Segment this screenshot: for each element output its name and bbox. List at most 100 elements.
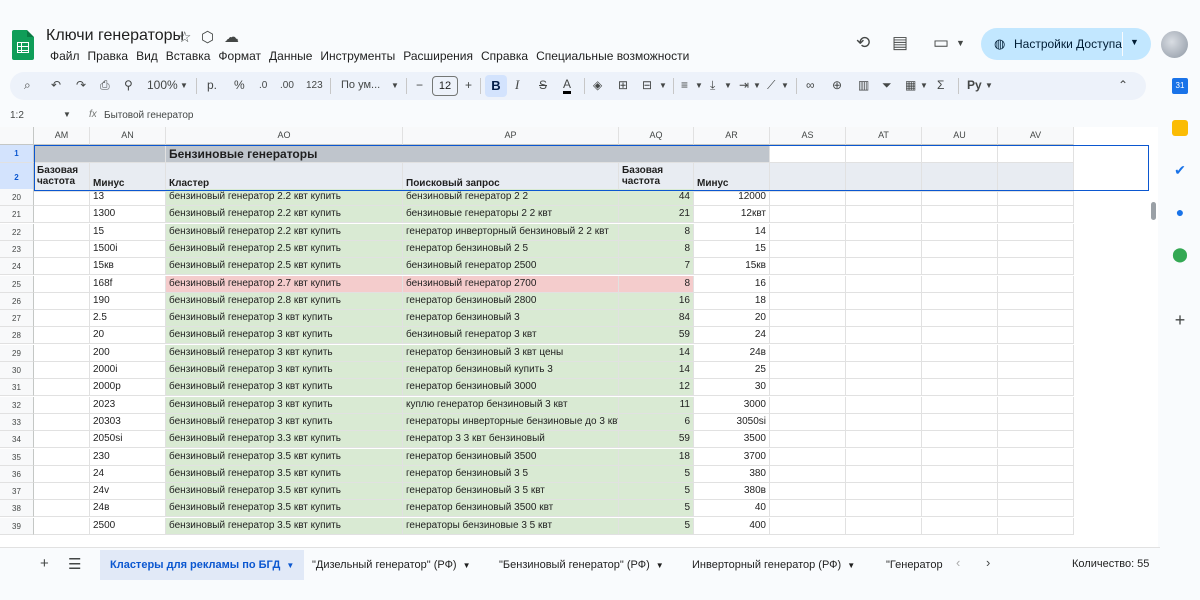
row-header[interactable]: 25 xyxy=(0,276,34,293)
maps-icon[interactable]: ⬤ xyxy=(1172,246,1188,262)
frequency-cell[interactable]: 8 xyxy=(619,276,694,293)
table-cell[interactable] xyxy=(846,466,922,483)
merge-caret-icon[interactable]: ▼ xyxy=(659,81,667,90)
row-header[interactable]: 38 xyxy=(0,500,34,517)
select-all-corner[interactable] xyxy=(0,127,34,145)
chevron-down-icon[interactable]: ▼ xyxy=(286,561,294,570)
minus-cell[interactable]: 24v xyxy=(90,483,166,500)
table-cell[interactable] xyxy=(34,224,90,241)
cluster-cell[interactable]: бензиновый генератор 3 квт купить xyxy=(166,397,403,414)
table-cell[interactable] xyxy=(846,258,922,275)
menu-item[interactable]: Вставка xyxy=(162,49,215,63)
vertical-scrollbar[interactable] xyxy=(1150,127,1158,547)
table-cell[interactable] xyxy=(770,327,846,344)
column-header[interactable]: AR xyxy=(694,127,770,145)
filter-views-caret-icon[interactable]: ▼ xyxy=(920,81,928,90)
minus-cell[interactable]: 1300 xyxy=(90,206,166,223)
minus-2-cell[interactable]: 15кв xyxy=(694,258,770,275)
table-cell[interactable] xyxy=(922,414,998,431)
table-cell[interactable] xyxy=(998,414,1074,431)
row-header[interactable]: 31 xyxy=(0,379,34,396)
minus-2-cell[interactable]: 3000 xyxy=(694,397,770,414)
zoom-caret-icon[interactable]: ▼ xyxy=(180,81,188,90)
minus-cell[interactable]: 2000i xyxy=(90,362,166,379)
menu-item[interactable]: Специальные возможности xyxy=(532,49,693,63)
chevron-down-icon[interactable]: ▼ xyxy=(656,561,664,570)
column-header[interactable]: AM xyxy=(34,127,90,145)
frequency-cell[interactable]: 44 xyxy=(619,189,694,206)
query-cell[interactable]: генератор бензиновый 3500 квт xyxy=(403,500,619,517)
table-cell[interactable] xyxy=(770,431,846,448)
cluster-cell[interactable]: бензиновый генератор 2.5 квт купить xyxy=(166,241,403,258)
row-header[interactable]: 22 xyxy=(0,224,34,241)
selection-count[interactable]: Количество: 55 xyxy=(1072,558,1149,570)
table-cell[interactable] xyxy=(34,327,90,344)
cloud-status-icon[interactable]: ☁ xyxy=(224,28,239,46)
document-title[interactable]: Ключи генераторы xyxy=(46,27,184,45)
minus-2-cell[interactable]: 40 xyxy=(694,500,770,517)
table-cell[interactable] xyxy=(998,518,1074,535)
borders-icon[interactable]: ⊞ xyxy=(618,78,628,92)
align-caret-icon[interactable]: ▼ xyxy=(695,81,703,90)
minus-cell[interactable]: 20 xyxy=(90,327,166,344)
table-cell[interactable] xyxy=(34,518,90,535)
italic-button[interactable]: I xyxy=(515,77,519,93)
calendar-icon[interactable]: 31 xyxy=(1172,78,1188,94)
table-cell[interactable] xyxy=(922,518,998,535)
table-cell[interactable] xyxy=(846,145,922,163)
chevron-down-icon[interactable]: ▼ xyxy=(463,561,471,570)
menu-item[interactable]: Файл xyxy=(46,49,84,63)
table-cell[interactable] xyxy=(922,379,998,396)
query-cell[interactable]: генератор бензиновый 3 5 xyxy=(403,466,619,483)
frequency-cell[interactable]: 14 xyxy=(619,362,694,379)
sheet-tab[interactable]: "Дизельный генератор" (РФ) ▼ xyxy=(302,550,481,580)
table-cell[interactable] xyxy=(34,189,90,206)
table-cell[interactable] xyxy=(34,431,90,448)
table-cell[interactable] xyxy=(770,224,846,241)
frequency-cell[interactable]: 6 xyxy=(619,414,694,431)
paint-format-icon[interactable]: ⚲ xyxy=(124,78,133,92)
valign-caret-icon[interactable]: ▼ xyxy=(724,81,732,90)
row-header[interactable]: 24 xyxy=(0,258,34,275)
menu-item[interactable]: Формат xyxy=(214,49,265,63)
query-cell[interactable]: генератор бензиновый 3500 xyxy=(403,449,619,466)
print-icon[interactable]: ⎙ xyxy=(100,78,110,93)
vertical-align-icon[interactable]: ⤓ xyxy=(710,78,715,93)
query-cell[interactable]: генератор бензиновый 3 5 квт xyxy=(403,483,619,500)
frequency-cell[interactable]: 8 xyxy=(619,224,694,241)
table-cell[interactable] xyxy=(34,310,90,327)
table-cell[interactable] xyxy=(846,241,922,258)
undo-icon[interactable]: ↶ xyxy=(51,78,61,92)
table-cell[interactable] xyxy=(770,483,846,500)
frequency-cell[interactable]: 7 xyxy=(619,258,694,275)
minus-2-cell[interactable]: 18 xyxy=(694,293,770,310)
table-cell[interactable] xyxy=(922,163,998,192)
minus-cell[interactable]: 2.5 xyxy=(90,310,166,327)
header-minus-2[interactable]: Минус xyxy=(694,163,770,192)
minus-cell[interactable]: 230 xyxy=(90,449,166,466)
table-cell[interactable] xyxy=(34,449,90,466)
table-cell[interactable] xyxy=(846,431,922,448)
star-icon[interactable]: ☆ xyxy=(178,28,191,46)
cluster-cell[interactable]: бензиновый генератор 3 квт купить xyxy=(166,327,403,344)
functions-icon[interactable]: Σ xyxy=(937,78,944,92)
table-cell[interactable] xyxy=(770,466,846,483)
text-wrap-icon[interactable]: ⇥ xyxy=(739,78,749,92)
table-cell[interactable] xyxy=(846,163,922,192)
table-cell[interactable] xyxy=(998,500,1074,517)
frequency-cell[interactable]: 84 xyxy=(619,310,694,327)
title-cell-blank[interactable] xyxy=(34,145,166,163)
row-header[interactable]: 23 xyxy=(0,241,34,258)
frequency-cell[interactable]: 5 xyxy=(619,466,694,483)
font-size-input[interactable]: 12 xyxy=(432,76,458,96)
minus-cell[interactable]: 1500i xyxy=(90,241,166,258)
column-header[interactable]: AU xyxy=(922,127,998,145)
table-cell[interactable] xyxy=(770,310,846,327)
header-search-query[interactable]: Поисковый запрос xyxy=(403,163,619,192)
frequency-cell[interactable]: 11 xyxy=(619,397,694,414)
table-cell[interactable] xyxy=(922,224,998,241)
move-to-folder-icon[interactable]: ⬡ xyxy=(201,28,214,46)
table-cell[interactable] xyxy=(770,206,846,223)
table-cell[interactable] xyxy=(922,397,998,414)
minus-cell[interactable]: 190 xyxy=(90,293,166,310)
